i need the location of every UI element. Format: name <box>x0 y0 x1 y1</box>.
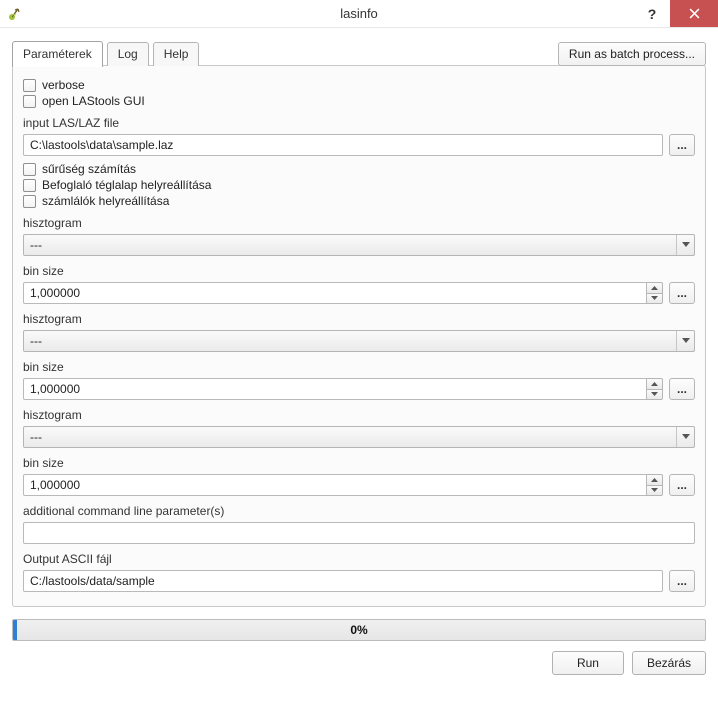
tab-bar: Paraméterek Log Help <box>12 40 199 66</box>
binsize-field-1[interactable] <box>23 282 647 304</box>
checkbox-open-gui[interactable]: open LAStools GUI <box>23 94 695 108</box>
checkbox-label: sűrűség számítás <box>42 162 136 176</box>
label-input-file: input LAS/LAZ file <box>23 116 695 130</box>
run-button[interactable]: Run <box>552 651 624 675</box>
checkbox-label: open LAStools GUI <box>42 94 145 108</box>
tab-parameters[interactable]: Paraméterek <box>12 41 103 67</box>
select-value: --- <box>24 334 48 348</box>
spin-buttons[interactable] <box>647 378 663 400</box>
title-bar: lasinfo ? <box>0 0 718 28</box>
label-binsize-2: bin size <box>23 360 695 374</box>
spin-down-icon[interactable] <box>647 293 663 305</box>
run-as-batch-button[interactable]: Run as batch process... <box>558 42 706 66</box>
close-icon <box>689 8 700 19</box>
checkbox-bbox-repair[interactable]: Befoglaló téglalap helyreállítása <box>23 178 695 192</box>
app-icon <box>6 5 24 23</box>
input-file-field[interactable] <box>23 134 663 156</box>
label-histogram-1: hisztogram <box>23 216 695 230</box>
spin-up-icon[interactable] <box>647 474 663 485</box>
tab-log[interactable]: Log <box>107 42 149 66</box>
titlebar-help-button[interactable]: ? <box>634 0 670 27</box>
checkbox-label: verbose <box>42 78 85 92</box>
binsize-options-button-1[interactable]: ... <box>669 282 695 304</box>
progress-label: 0% <box>13 620 705 640</box>
chevron-down-icon <box>676 235 694 255</box>
titlebar-close-button[interactable] <box>670 0 718 27</box>
progress-bar: 0% <box>12 619 706 641</box>
browse-output-button[interactable]: ... <box>669 570 695 592</box>
label-binsize-3: bin size <box>23 456 695 470</box>
label-histogram-2: hisztogram <box>23 312 695 326</box>
binsize-options-button-3[interactable]: ... <box>669 474 695 496</box>
parameters-panel: verbose open LAStools GUI input LAS/LAZ … <box>12 65 706 607</box>
spin-buttons[interactable] <box>647 282 663 304</box>
spin-up-icon[interactable] <box>647 378 663 389</box>
browse-input-button[interactable]: ... <box>669 134 695 156</box>
label-additional-params: additional command line parameter(s) <box>23 504 695 518</box>
spin-up-icon[interactable] <box>647 282 663 293</box>
binsize-field-2[interactable] <box>23 378 647 400</box>
spin-down-icon[interactable] <box>647 485 663 497</box>
additional-params-field[interactable] <box>23 522 695 544</box>
checkbox-label: számlálók helyreállítása <box>42 194 169 208</box>
checkbox-icon <box>23 163 36 176</box>
spin-down-icon[interactable] <box>647 389 663 401</box>
histogram-select-3[interactable]: --- <box>23 426 695 448</box>
binsize-field-3[interactable] <box>23 474 647 496</box>
dialog-body: Paraméterek Log Help Run as batch proces… <box>0 28 718 685</box>
checkbox-counters-repair[interactable]: számlálók helyreállítása <box>23 194 695 208</box>
chevron-down-icon <box>676 331 694 351</box>
chevron-down-icon <box>676 427 694 447</box>
tab-help[interactable]: Help <box>153 42 200 66</box>
label-histogram-3: hisztogram <box>23 408 695 422</box>
histogram-select-2[interactable]: --- <box>23 330 695 352</box>
output-file-field[interactable] <box>23 570 663 592</box>
close-button[interactable]: Bezárás <box>632 651 706 675</box>
select-value: --- <box>24 238 48 252</box>
select-value: --- <box>24 430 48 444</box>
label-output-file: Output ASCII fájl <box>23 552 695 566</box>
window-title: lasinfo <box>0 6 718 21</box>
checkbox-icon <box>23 195 36 208</box>
binsize-options-button-2[interactable]: ... <box>669 378 695 400</box>
histogram-select-1[interactable]: --- <box>23 234 695 256</box>
label-binsize-1: bin size <box>23 264 695 278</box>
checkbox-icon <box>23 79 36 92</box>
checkbox-density[interactable]: sűrűség számítás <box>23 162 695 176</box>
spin-buttons[interactable] <box>647 474 663 496</box>
checkbox-label: Befoglaló téglalap helyreállítása <box>42 178 211 192</box>
checkbox-verbose[interactable]: verbose <box>23 78 695 92</box>
checkbox-icon <box>23 95 36 108</box>
checkbox-icon <box>23 179 36 192</box>
